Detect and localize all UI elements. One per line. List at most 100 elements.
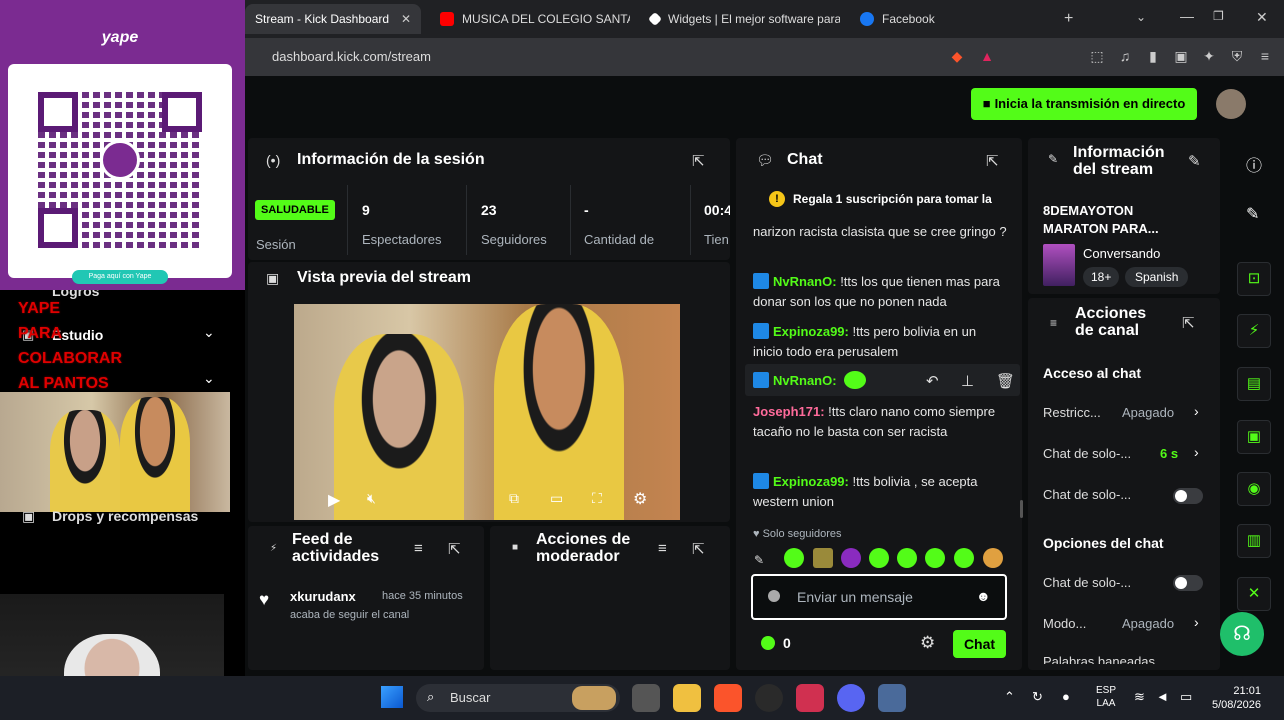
task-view-icon[interactable]	[632, 684, 660, 712]
activity-user[interactable]: xkurudanx	[290, 589, 356, 604]
mic-icon[interactable]: ●	[1062, 689, 1070, 704]
settings-gear-icon[interactable]: ⚙	[633, 489, 647, 509]
sidebar-item-drops[interactable]: Drops y recompensas	[52, 508, 198, 524]
settings-app-icon[interactable]	[878, 684, 906, 712]
avatar[interactable]	[1216, 89, 1246, 119]
chat-username[interactable]: Joseph171:	[753, 404, 825, 419]
emote-icon[interactable]	[869, 548, 889, 568]
followers-only-toggle[interactable]	[1173, 488, 1203, 504]
file-explorer-icon[interactable]	[673, 684, 701, 712]
option-mode-label[interactable]: Modo...	[1043, 616, 1086, 631]
pinned-gift-banner[interactable]: ! Regala 1 suscripción para tomar la	[745, 186, 1015, 212]
extensions-icon[interactable]: ⬚	[1088, 47, 1106, 65]
discord-icon[interactable]	[837, 684, 865, 712]
tab-facebook[interactable]: Facebook	[850, 4, 1010, 34]
filter-icon[interactable]: ≡	[414, 540, 423, 557]
support-headset-icon[interactable]: ☊	[1220, 612, 1264, 656]
clock[interactable]: 21:01 5/08/2026	[1212, 684, 1261, 712]
setting-restriction-label[interactable]: Restricc...	[1043, 405, 1101, 420]
tab-list-icon[interactable]: ⌄	[1136, 10, 1146, 24]
chat-input[interactable]: Enviar un mensaje	[797, 589, 913, 605]
brave-icon[interactable]	[714, 684, 742, 712]
minimize-icon[interactable]: —	[1180, 8, 1194, 24]
theater-icon[interactable]: ▭	[550, 490, 563, 507]
tray-chevron-icon[interactable]: ⌃	[1004, 689, 1015, 705]
broadcast-rail-icon[interactable]: ◉	[1237, 472, 1271, 506]
music-icon[interactable]: ♫	[1116, 47, 1134, 65]
language-indicator[interactable]: ESP LAA	[1096, 684, 1116, 710]
chat-send-button[interactable]: Chat	[953, 630, 1006, 658]
expand-icon[interactable]: ⇱	[692, 152, 705, 170]
delete-icon[interactable]: 🗑︎	[996, 372, 1015, 390]
brave-rewards-icon[interactable]: ▲	[978, 47, 996, 65]
wallet-icon[interactable]: ▣	[1172, 47, 1190, 65]
wifi-icon[interactable]: ≋	[1134, 689, 1145, 705]
sidebar-icon[interactable]: ▮	[1144, 47, 1162, 65]
chat-settings-icon[interactable]: ⚙	[920, 633, 935, 653]
leo-icon[interactable]: ✦	[1200, 47, 1218, 65]
emote-icon[interactable]	[925, 548, 945, 568]
emote-icon[interactable]	[841, 548, 861, 568]
app-icon[interactable]	[755, 684, 783, 712]
expand-icon[interactable]: ⇱	[692, 540, 705, 558]
fullscreen-icon[interactable]: ⛶	[592, 490, 602, 507]
chat-username[interactable]: NvRnanO:	[773, 274, 837, 289]
go-live-button[interactable]: ■ Inicia la transmisión en directo	[971, 88, 1197, 120]
pip-icon[interactable]: ⧉	[509, 490, 519, 507]
stream-video[interactable]	[294, 304, 680, 520]
chevron-down-icon[interactable]: ⌄	[203, 324, 215, 341]
edit-icon[interactable]: ✎	[1188, 152, 1201, 170]
channel-points-icon[interactable]	[761, 636, 775, 650]
window-close-icon[interactable]: ✕	[1256, 9, 1268, 26]
screenshot-icon[interactable]: ⊡	[1237, 262, 1271, 296]
tab-widgets[interactable]: Widgets | El mejor software para	[640, 4, 840, 34]
chat-rail-icon[interactable]: ▣	[1237, 420, 1271, 454]
menu-icon[interactable]: ≡	[1256, 47, 1274, 65]
emote-icon[interactable]	[813, 548, 833, 568]
emote-icon[interactable]	[983, 548, 1003, 568]
close-icon[interactable]: ✕	[401, 12, 411, 26]
info-icon[interactable]: ⓘ	[1246, 152, 1262, 176]
chat-username[interactable]: Expinoza99:	[773, 324, 849, 339]
bolt-icon[interactable]: ⚡︎	[1237, 314, 1271, 348]
expand-icon[interactable]: ⇱	[1182, 314, 1195, 332]
document-icon[interactable]: ▤	[1237, 367, 1271, 401]
windows-start-icon[interactable]	[381, 686, 403, 708]
chat-scrollbar[interactable]	[1020, 500, 1023, 518]
expand-icon[interactable]: ⇱	[986, 152, 999, 170]
tab-musica[interactable]: MUSICA DEL COLEGIO SANTA M	[430, 4, 630, 34]
emote-tray-icon[interactable]: ✎	[754, 553, 764, 567]
tools-rail-icon[interactable]: ✕	[1237, 577, 1271, 611]
brave-shield-icon[interactable]: ◆	[948, 47, 966, 65]
volume-icon[interactable]: ◄	[1156, 689, 1169, 704]
battery-icon[interactable]: ▭	[1180, 689, 1192, 705]
expand-icon[interactable]: ⇱	[448, 540, 461, 558]
mute-icon[interactable]: 🔇︎	[367, 490, 376, 507]
vpn-icon[interactable]: ⛨	[1228, 47, 1246, 65]
maximize-icon[interactable]: ❐	[1213, 9, 1224, 23]
setting-slow-mode-label[interactable]: Chat de solo-...	[1043, 446, 1131, 461]
url-field[interactable]: dashboard.kick.com/stream	[258, 44, 938, 70]
emoji-icon[interactable]: ☻	[976, 588, 991, 604]
chevron-down-icon[interactable]: ⌄	[203, 370, 215, 387]
emote-icon[interactable]	[897, 548, 917, 568]
chevron-right-icon[interactable]: ›	[1194, 614, 1199, 630]
new-tab-button[interactable]: +	[1064, 10, 1073, 28]
chevron-right-icon[interactable]: ›	[1194, 444, 1199, 460]
chat-username[interactable]: NvRnanO:	[773, 373, 837, 388]
app-icon[interactable]	[796, 684, 824, 712]
category-label[interactable]: Conversando	[1083, 246, 1160, 261]
emote-icon[interactable]	[784, 548, 804, 568]
category-thumbnail[interactable]	[1043, 244, 1075, 286]
subs-only-toggle[interactable]	[1173, 575, 1203, 591]
pin-icon[interactable]: ⊥	[961, 372, 974, 390]
chat-username[interactable]: Expinoza99:	[773, 474, 849, 489]
tab-kick-dashboard[interactable]: Stream - Kick Dashboard ✕	[245, 4, 421, 34]
reply-icon[interactable]: ↶	[926, 372, 939, 390]
filter-icon[interactable]: ≡	[658, 540, 667, 557]
pencil-icon[interactable]: ✎	[1246, 204, 1259, 224]
emote-icon[interactable]	[954, 548, 974, 568]
mod-rail-icon[interactable]: ▥	[1237, 524, 1271, 558]
option-banned-words-label[interactable]: Palabras baneadas	[1043, 655, 1183, 664]
sync-icon[interactable]: ↻	[1032, 689, 1043, 705]
